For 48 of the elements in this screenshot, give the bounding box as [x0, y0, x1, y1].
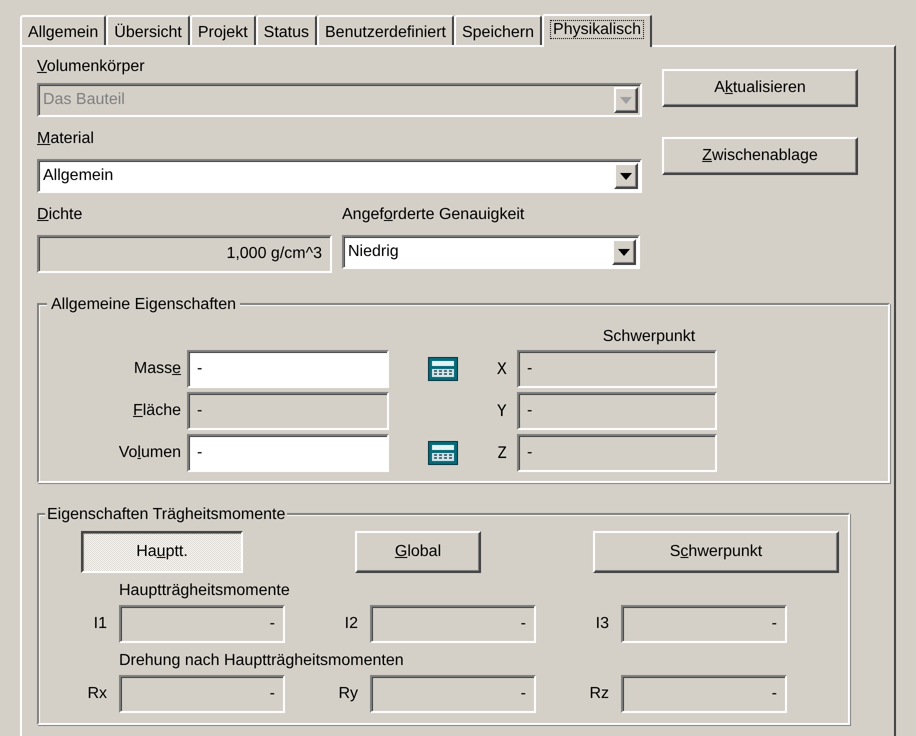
- moment-label: I3: [596, 614, 609, 634]
- density-label: Dichte: [37, 205, 84, 225]
- moment-field[interactable]: -: [370, 675, 536, 713]
- density-field[interactable]: 1,000 g/cm^3: [37, 235, 332, 273]
- mode-button[interactable]: Hauptt.: [81, 531, 243, 573]
- property-field[interactable]: -: [187, 434, 389, 472]
- tab[interactable]: Status: [256, 15, 317, 45]
- moment-field[interactable]: -: [119, 675, 285, 713]
- tab[interactable]: Allgemein: [20, 15, 106, 45]
- axis-label: Z: [497, 442, 508, 464]
- rotation-heading: Drehung nach Hauptträgheitsmomenten: [119, 652, 404, 669]
- property-field[interactable]: -: [187, 350, 389, 388]
- centroid-field[interactable]: -: [517, 392, 717, 430]
- tab[interactable]: Projekt: [190, 15, 256, 45]
- tab[interactable]: Übersicht: [106, 15, 190, 45]
- moment-label: Rx: [87, 684, 107, 704]
- moment-field[interactable]: -: [370, 605, 536, 643]
- material-dropdown[interactable]: Allgemein: [37, 159, 642, 193]
- solid-body-label: Volumenkörper: [37, 57, 146, 77]
- action-button[interactable]: Zwischenablage: [662, 137, 858, 175]
- principal-heading: Hauptträgheitsmomente: [119, 582, 290, 599]
- mode-button[interactable]: Schwerpunkt: [593, 531, 839, 573]
- calculator-icon[interactable]: [428, 357, 458, 381]
- property-label: Fläche: [132, 401, 181, 421]
- axis-label: X: [497, 358, 508, 380]
- moment-label: Ry: [338, 684, 358, 704]
- tab[interactable]: Physikalisch: [542, 14, 652, 47]
- moment-label: Rz: [589, 684, 609, 704]
- calculator-icon[interactable]: [428, 441, 458, 465]
- axis-label: Y: [497, 400, 508, 422]
- mode-button[interactable]: Global: [355, 531, 481, 573]
- property-field[interactable]: -: [187, 392, 389, 430]
- centroid-heading: Schwerpunkt: [602, 327, 696, 347]
- moment-field[interactable]: -: [621, 675, 787, 713]
- action-button[interactable]: Aktualisieren: [662, 69, 858, 107]
- material-label: Material: [37, 130, 94, 147]
- moment-label: I1: [94, 614, 107, 634]
- accuracy-dropdown[interactable]: Niedrig: [342, 235, 640, 269]
- moment-field[interactable]: -: [119, 605, 285, 643]
- moment-field[interactable]: -: [621, 605, 787, 643]
- tab[interactable]: Benutzerdefiniert: [317, 15, 454, 45]
- accuracy-label: Angeforderte Genauigkeit: [342, 205, 526, 225]
- centroid-field[interactable]: -: [517, 434, 717, 472]
- property-label: Volumen: [118, 443, 181, 463]
- tab[interactable]: Speichern: [454, 15, 542, 45]
- moment-label: I2: [344, 614, 358, 634]
- property-label: Masse: [134, 359, 181, 379]
- centroid-field[interactable]: -: [517, 350, 717, 388]
